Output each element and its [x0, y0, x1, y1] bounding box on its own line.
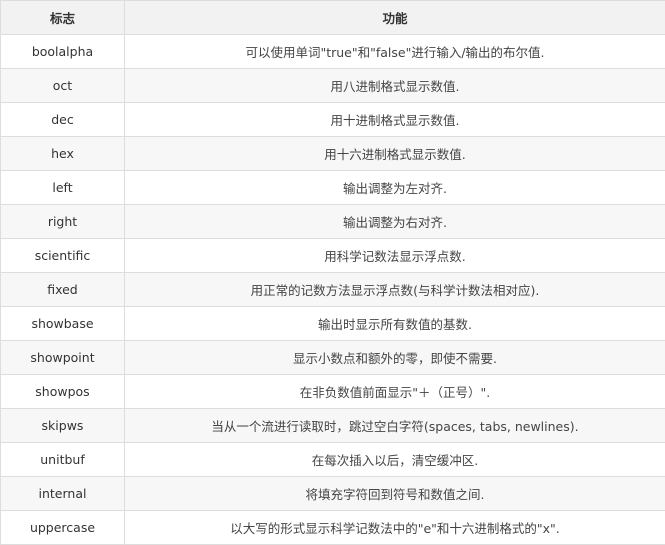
table-header-row: 标志 功能: [1, 1, 665, 35]
flag-cell: scientific: [1, 239, 125, 273]
function-cell: 在每次插入以后，清空缓冲区.: [125, 443, 665, 477]
function-cell: 输出调整为左对齐.: [125, 171, 665, 205]
function-cell: 用八进制格式显示数值.: [125, 69, 665, 103]
function-cell: 输出调整为右对齐.: [125, 205, 665, 239]
function-cell: 输出时显示所有数值的基数.: [125, 307, 665, 341]
flag-cell: hex: [1, 137, 125, 171]
function-cell: 用十六进制格式显示数值.: [125, 137, 665, 171]
table-row: unitbuf 在每次插入以后，清空缓冲区.: [1, 443, 665, 477]
flag-cell: boolalpha: [1, 35, 125, 69]
flag-cell: showpos: [1, 375, 125, 409]
table-row: showbase 输出时显示所有数值的基数.: [1, 307, 665, 341]
table-row: fixed 用正常的记数方法显示浮点数(与科学计数法相对应).: [1, 273, 665, 307]
table-row: showpos 在非负数值前面显示"＋（正号）".: [1, 375, 665, 409]
header-function: 功能: [125, 1, 665, 35]
header-flag: 标志: [1, 1, 125, 35]
function-cell: 显示小数点和额外的零，即使不需要.: [125, 341, 665, 375]
flag-cell: unitbuf: [1, 443, 125, 477]
table-row: hex 用十六进制格式显示数值.: [1, 137, 665, 171]
table-row: showpoint 显示小数点和额外的零，即使不需要.: [1, 341, 665, 375]
function-cell: 用正常的记数方法显示浮点数(与科学计数法相对应).: [125, 273, 665, 307]
table-row: dec 用十进制格式显示数值.: [1, 103, 665, 137]
flag-cell: dec: [1, 103, 125, 137]
table-row: boolalpha 可以使用单词"true"和"false"进行输入/输出的布尔…: [1, 35, 665, 69]
function-cell: 用十进制格式显示数值.: [125, 103, 665, 137]
flag-cell: showpoint: [1, 341, 125, 375]
flag-cell: fixed: [1, 273, 125, 307]
table-row: right 输出调整为右对齐.: [1, 205, 665, 239]
function-cell: 将填充字符回到符号和数值之间.: [125, 477, 665, 511]
table-row: left 输出调整为左对齐.: [1, 171, 665, 205]
function-cell: 用科学记数法显示浮点数.: [125, 239, 665, 273]
flag-cell: internal: [1, 477, 125, 511]
table-row: internal 将填充字符回到符号和数值之间.: [1, 477, 665, 511]
flag-cell: uppercase: [1, 511, 125, 545]
table-row: scientific 用科学记数法显示浮点数.: [1, 239, 665, 273]
table-row: uppercase 以大写的形式显示科学记数法中的"e"和十六进制格式的"x".: [1, 511, 665, 545]
flag-cell: oct: [1, 69, 125, 103]
flag-cell: left: [1, 171, 125, 205]
flags-table: 标志 功能 boolalpha 可以使用单词"true"和"false"进行输入…: [0, 0, 665, 545]
function-cell: 当从一个流进行读取时，跳过空白字符(spaces, tabs, newlines…: [125, 409, 665, 443]
flag-cell: skipws: [1, 409, 125, 443]
table-row: skipws 当从一个流进行读取时，跳过空白字符(spaces, tabs, n…: [1, 409, 665, 443]
flag-cell: showbase: [1, 307, 125, 341]
flag-cell: right: [1, 205, 125, 239]
table-row: oct 用八进制格式显示数值.: [1, 69, 665, 103]
function-cell: 在非负数值前面显示"＋（正号）".: [125, 375, 665, 409]
function-cell: 可以使用单词"true"和"false"进行输入/输出的布尔值.: [125, 35, 665, 69]
function-cell: 以大写的形式显示科学记数法中的"e"和十六进制格式的"x".: [125, 511, 665, 545]
